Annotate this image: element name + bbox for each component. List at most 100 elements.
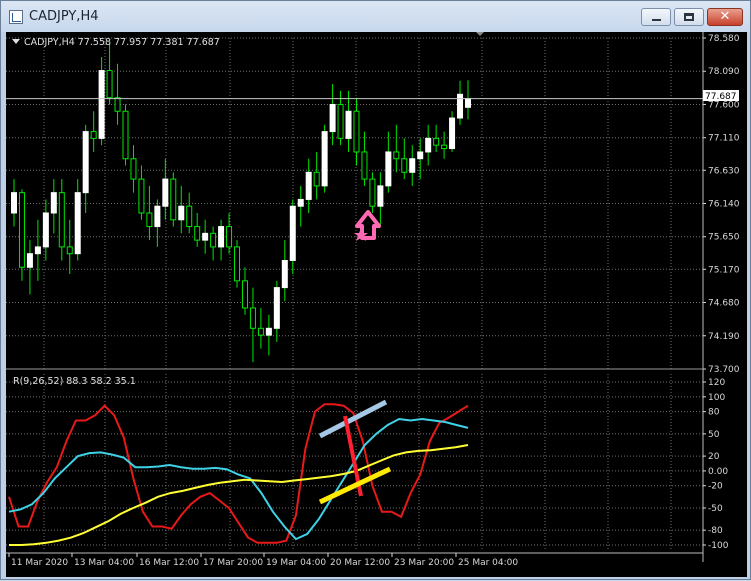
candle [146, 185, 153, 241]
candle [345, 90, 352, 152]
time-label: 13 Mar 04:00 [74, 558, 134, 568]
current-price-label: 77.687 [703, 90, 739, 102]
maximize-icon [684, 13, 694, 21]
chart-shift-marker-icon[interactable] [476, 32, 484, 36]
rsi-fast-line [8, 403, 469, 544]
time-label: 20 Mar 12:00 [330, 558, 390, 568]
price-header: CADJPY,H4 77.558 77.957 77.381 77.687 [24, 37, 220, 48]
close-icon: ✕ [719, 9, 731, 24]
candle [465, 80, 471, 120]
minimize-icon [652, 19, 661, 21]
candle [194, 212, 201, 247]
chart-window: CADJPY,H4 ✕ CADJPY,H4 77.558 77.957 77.3… [0, 0, 751, 580]
indicator-header: R(9,26,52) 88.3 58.2 35.1 [13, 376, 136, 387]
candle [170, 172, 177, 227]
candle [66, 219, 73, 275]
price-tick-label: 74.190 [708, 332, 740, 342]
price-tick-label: 74.680 [708, 299, 740, 309]
price-tick-label: 78.090 [708, 67, 740, 77]
candle [210, 226, 217, 261]
candle [457, 80, 464, 125]
indicator-axis: 120 100 80 50 20 0.00 -20 -50 -80 -100 [703, 378, 729, 551]
chart-menu-triangle-icon[interactable] [12, 39, 20, 44]
time-axis: 11 Mar 2020 13 Mar 04:00 16 Mar 12:00 17 Ma… [6, 552, 703, 568]
candle [82, 124, 89, 213]
candle [425, 124, 432, 166]
minimize-button[interactable] [641, 8, 671, 26]
candle [138, 165, 145, 220]
candle [329, 84, 336, 146]
candle [433, 124, 440, 152]
indicator-tick-label: 50 [708, 430, 720, 440]
price-tick-label: 76.630 [708, 166, 740, 176]
chart-canvas[interactable]: CADJPY,H4 77.558 77.957 77.381 77.687 78… [6, 32, 747, 577]
candle [385, 131, 392, 193]
candles [11, 43, 471, 363]
candle [313, 151, 320, 200]
candle [130, 145, 137, 193]
candle [441, 131, 448, 159]
candle [74, 179, 81, 261]
indicator-tick-label: 100 [708, 393, 725, 403]
candle [234, 240, 241, 288]
candle [273, 280, 280, 342]
candle [289, 199, 296, 275]
price-tick-label: 75.650 [708, 233, 740, 243]
indicator-tick-label: 80 [708, 408, 720, 418]
candle [241, 267, 248, 315]
candle [281, 240, 288, 302]
candle [58, 179, 65, 261]
chart-area[interactable]: CADJPY,H4 77.558 77.957 77.381 77.687 78… [6, 32, 747, 577]
close-button[interactable]: ✕ [707, 8, 743, 26]
price-tick-label: 77.110 [708, 134, 740, 144]
candle [369, 172, 376, 213]
indicator-tick-label: 20 [708, 452, 720, 462]
indicator-tick-label: 0.00 [708, 467, 728, 477]
svg-text:77.687: 77.687 [705, 92, 737, 102]
candle [202, 219, 209, 254]
price-tick-label: 75.170 [708, 265, 740, 275]
candle [417, 138, 424, 180]
candle [409, 145, 416, 186]
annotation-blue-line[interactable] [318, 399, 388, 439]
candle [393, 124, 400, 173]
candle [249, 287, 256, 363]
candle [90, 111, 97, 152]
price-tick-label: 76.140 [708, 200, 740, 210]
indicator-tick-label: -100 [708, 541, 729, 551]
candle [178, 185, 185, 234]
candle [401, 138, 408, 180]
candle [321, 124, 328, 193]
indicator-tick-label: -20 [708, 482, 723, 492]
time-label: 17 Mar 20:00 [203, 558, 263, 568]
title-bar[interactable]: CADJPY,H4 ✕ [1, 1, 750, 32]
time-label: 19 Mar 04:00 [266, 558, 326, 568]
candle [361, 131, 368, 186]
candle [11, 179, 17, 227]
candle [305, 158, 312, 213]
candle [26, 240, 33, 295]
indicator-tick-label: -50 [708, 504, 723, 514]
indicator-tick-label: -80 [708, 526, 723, 536]
candle [265, 314, 272, 356]
candle [353, 97, 360, 166]
candle [114, 63, 121, 125]
candle [106, 43, 113, 105]
window-title: CADJPY,H4 [29, 9, 99, 24]
candle [186, 192, 193, 234]
candle [377, 172, 384, 227]
candle [154, 199, 161, 247]
candle [98, 56, 105, 146]
candle [34, 219, 41, 281]
candle [122, 104, 129, 166]
time-label: 11 Mar 2020 [11, 558, 68, 568]
time-label: 23 Mar 20:00 [394, 558, 454, 568]
indicator-tick-label: 120 [708, 378, 725, 388]
candle [50, 179, 57, 234]
chart-window-icon [9, 10, 23, 24]
price-tick-label: 73.700 [708, 365, 740, 375]
candle [226, 212, 233, 254]
candle [162, 158, 169, 220]
maximize-button[interactable] [674, 8, 704, 26]
candle [218, 219, 225, 261]
